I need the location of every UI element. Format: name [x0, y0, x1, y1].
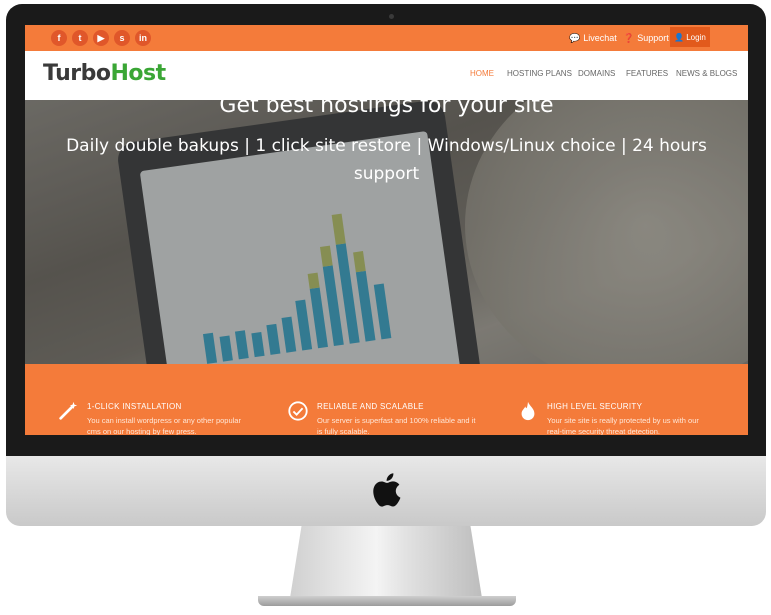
logo[interactable]: TurboHost	[43, 61, 166, 86]
monitor-stand	[290, 526, 482, 598]
support-link[interactable]: ❓ Support	[623, 25, 669, 51]
facebook-icon[interactable]: f	[51, 30, 67, 46]
linkedin-icon[interactable]: in	[135, 30, 151, 46]
flame-icon	[521, 401, 535, 421]
logo-part-turbo: Turbo	[43, 61, 111, 86]
monitor-stand-base	[258, 596, 516, 606]
help-icon: ❓	[623, 32, 635, 43]
hero-title: Get best hostings for your site	[219, 93, 554, 118]
user-icon: 👤	[674, 32, 685, 42]
stumbleupon-icon[interactable]: s	[114, 30, 130, 46]
nav-news-blogs[interactable]: NEWS & BLOGS	[676, 69, 737, 78]
feature-text: Your site site is really protected by us…	[547, 416, 699, 435]
livechat-label: Livechat	[583, 33, 617, 43]
top-bar: f t ▶ s in 💬 Livechat ❓ Support 👤 Login	[25, 25, 748, 51]
feature-title: 1-CLICK INSTALLATION	[87, 402, 182, 411]
nav-features[interactable]: FEATURES	[626, 69, 668, 78]
check-circle-icon	[288, 401, 308, 421]
magic-wand-icon	[59, 401, 78, 420]
login-button[interactable]: 👤 Login	[670, 27, 710, 47]
nav-domains[interactable]: DOMAINS	[578, 69, 615, 78]
twitter-icon[interactable]: t	[72, 30, 88, 46]
website-screen: f t ▶ s in 💬 Livechat ❓ Support 👤 Login …	[25, 25, 748, 435]
youtube-icon[interactable]: ▶	[93, 30, 109, 46]
nav-home[interactable]: HOME	[470, 69, 494, 78]
features-band: 1-CLICK INSTALLATION You can install wor…	[25, 364, 748, 435]
feature-text: Our server is superfast and 100% reliabl…	[317, 416, 476, 435]
feature-text: You can install wordpress or any other p…	[87, 416, 241, 435]
feature-title: RELIABLE AND SCALABLE	[317, 402, 424, 411]
livechat-link[interactable]: 💬 Livechat	[569, 25, 617, 51]
support-label: Support	[637, 33, 669, 43]
chat-icon: 💬	[569, 32, 581, 43]
apple-logo-icon	[373, 473, 401, 507]
login-label: Login	[686, 32, 706, 42]
hero-subtitle: Daily double bakups | 1 click site resto…	[66, 136, 707, 184]
camera-dot	[389, 14, 394, 19]
nav-hosting-plans[interactable]: HOSTING PLANS	[507, 69, 572, 78]
logo-part-host: Host	[110, 61, 166, 86]
feature-title: HIGH LEVEL SECURITY	[547, 402, 643, 411]
